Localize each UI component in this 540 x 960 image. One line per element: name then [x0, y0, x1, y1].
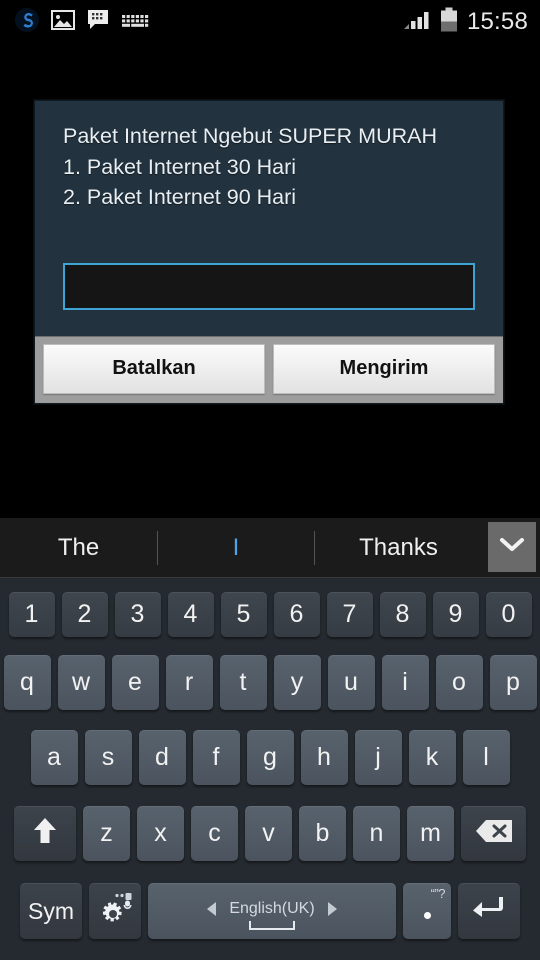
symbols-key[interactable]: Sym — [20, 883, 82, 939]
period-key-hint: “”? — [430, 886, 446, 901]
key-v[interactable]: v — [245, 806, 292, 861]
period-key[interactable]: “”? — [403, 883, 451, 939]
key-j[interactable]: j — [354, 730, 402, 785]
key-g[interactable]: g — [246, 730, 294, 785]
suggestion-item-0[interactable]: The — [0, 518, 157, 578]
shift-key[interactable] — [14, 806, 76, 861]
triangle-right-icon[interactable] — [327, 902, 337, 916]
key-s[interactable]: s — [84, 730, 132, 785]
key-b[interactable]: b — [299, 806, 346, 861]
key-e[interactable]: e — [111, 655, 159, 710]
key-3[interactable]: 3 — [114, 591, 161, 637]
key-r[interactable]: r — [165, 655, 213, 710]
keyboard-row-bottom: z x c v b n m — [0, 795, 540, 872]
key-x[interactable]: x — [137, 806, 184, 861]
suggestion-item-1[interactable]: I — [158, 518, 314, 578]
key-l[interactable]: l — [462, 730, 510, 785]
gallery-image-icon — [51, 9, 75, 36]
key-c[interactable]: c — [191, 806, 238, 861]
period-dot-icon — [423, 912, 431, 919]
space-bar-glyph-icon — [249, 921, 295, 930]
space-language-label: English(UK) — [229, 900, 315, 917]
status-bar-notification-icons — [0, 7, 149, 38]
suggestion-expand-button[interactable] — [488, 522, 536, 572]
key-9[interactable]: 9 — [432, 591, 479, 637]
enter-return-icon — [472, 894, 506, 929]
ussd-reply-input[interactable] — [63, 262, 475, 310]
key-k[interactable]: k — [408, 730, 456, 785]
suggestion-bar: The I Thanks — [0, 518, 540, 578]
ussd-dialog: Paket Internet Ngebut SUPER MURAH 1. Pak… — [34, 100, 504, 404]
chevron-down-icon — [499, 537, 525, 558]
key-i[interactable]: i — [381, 655, 429, 710]
space-key[interactable]: English(UK) — [148, 883, 396, 939]
keyboard-row-top: q w e r t y u i o p — [0, 645, 540, 720]
shareit-s-icon — [14, 7, 40, 38]
shift-arrow-up-icon — [32, 816, 58, 851]
cancel-button[interactable]: Batalkan — [43, 343, 265, 394]
key-o[interactable]: o — [435, 655, 483, 710]
key-4[interactable]: 4 — [167, 591, 214, 637]
keyboard-row-numbers: 1 2 3 4 5 6 7 8 9 0 — [0, 583, 540, 645]
key-0[interactable]: 0 — [485, 591, 532, 637]
space-language-label-group: English(UK) — [207, 900, 337, 918]
backspace-key[interactable] — [461, 806, 526, 861]
keyboard-icon — [121, 11, 149, 34]
suggestion-item-2[interactable]: Thanks — [315, 518, 482, 578]
key-f[interactable]: f — [192, 730, 240, 785]
key-n[interactable]: n — [353, 806, 400, 861]
status-bar-system-icons: 15:58 — [403, 7, 540, 38]
backspace-delete-icon — [474, 818, 514, 849]
dialog-button-bar: Batalkan Mengirim — [35, 335, 503, 403]
key-a[interactable]: a — [30, 730, 78, 785]
dialog-content: Paket Internet Ngebut SUPER MURAH 1. Pak… — [35, 101, 503, 336]
battery-icon — [440, 7, 458, 38]
key-m[interactable]: m — [407, 806, 454, 861]
key-w[interactable]: w — [57, 655, 105, 710]
send-button[interactable]: Mengirim — [273, 343, 495, 394]
keyboard-rows: 1 2 3 4 5 6 7 8 9 0 q w e r t y u i o p … — [0, 578, 540, 950]
key-h[interactable]: h — [300, 730, 348, 785]
gear-microphone-icon — [96, 890, 134, 933]
status-bar-clock: 15:58 — [466, 8, 528, 35]
key-2[interactable]: 2 — [61, 591, 108, 637]
on-screen-keyboard: The I Thanks 1 2 3 4 5 6 7 8 9 0 q w e r… — [0, 518, 540, 960]
keyboard-settings-key[interactable] — [89, 883, 141, 939]
key-d[interactable]: d — [138, 730, 186, 785]
key-5[interactable]: 5 — [220, 591, 267, 637]
key-6[interactable]: 6 — [273, 591, 320, 637]
triangle-left-icon[interactable] — [207, 902, 217, 916]
status-bar: 15:58 — [0, 0, 540, 44]
dialog-message-text: Paket Internet Ngebut SUPER MURAH 1. Pak… — [63, 124, 438, 210]
key-z[interactable]: z — [83, 806, 130, 861]
key-p[interactable]: p — [489, 655, 537, 710]
key-t[interactable]: t — [219, 655, 267, 710]
key-7[interactable]: 7 — [326, 591, 373, 637]
key-8[interactable]: 8 — [379, 591, 426, 637]
key-u[interactable]: u — [327, 655, 375, 710]
keyboard-row-home: a s d f g h j k l — [0, 720, 540, 795]
bbm-message-icon — [86, 9, 110, 36]
keyboard-row-function: Sym English(UK) “”? — [0, 872, 540, 950]
key-q[interactable]: q — [3, 655, 51, 710]
enter-key[interactable] — [458, 883, 520, 939]
dialog-backdrop: Paket Internet Ngebut SUPER MURAH 1. Pak… — [0, 44, 540, 518]
key-1[interactable]: 1 — [8, 591, 55, 637]
signal-bars-icon — [403, 8, 431, 37]
key-y[interactable]: y — [273, 655, 321, 710]
dialog-input-container — [63, 213, 475, 322]
